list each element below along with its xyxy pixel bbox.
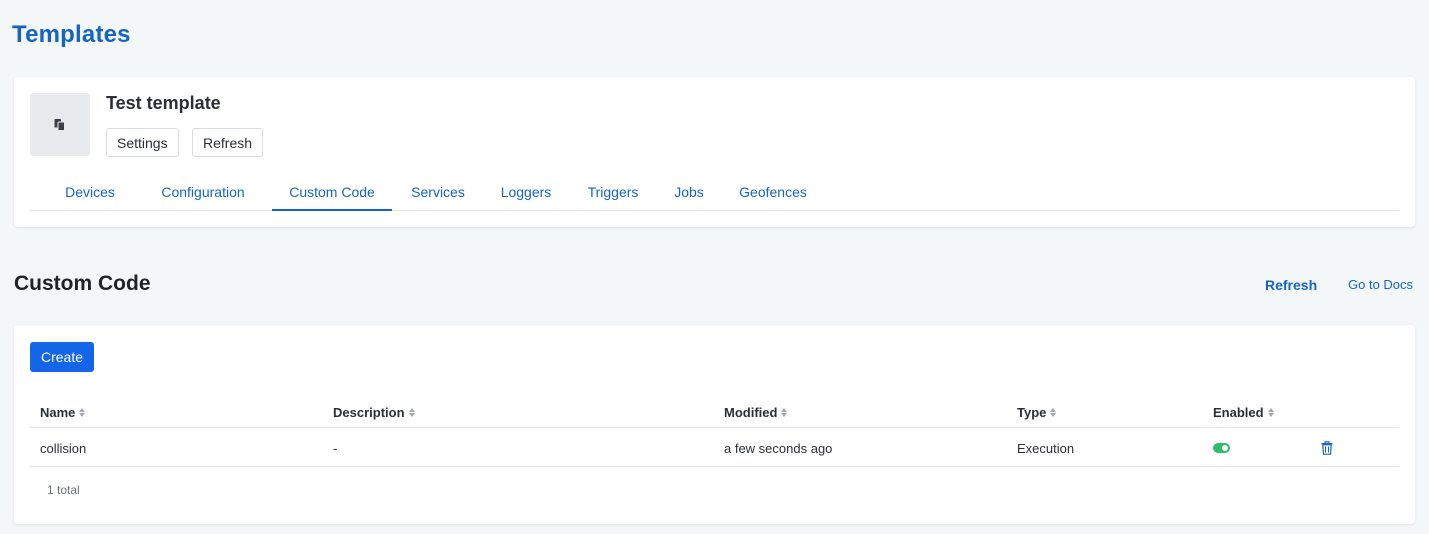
cell-name: collision: [40, 441, 87, 456]
column-header-name[interactable]: Name: [40, 405, 86, 420]
column-header-enabled[interactable]: Enabled: [1213, 405, 1274, 420]
custom-code-table-card: Create Name Description Modified Type En…: [14, 325, 1415, 524]
table-header: Name Description Modified Type Enabled: [30, 401, 1399, 428]
tab-loggers[interactable]: Loggers: [490, 177, 562, 210]
sort-icon: [781, 408, 788, 417]
tab-configuration[interactable]: Configuration: [148, 177, 258, 210]
template-tabs: Devices Configuration Custom Code Servic…: [30, 177, 1399, 211]
page-title: Templates: [12, 21, 131, 48]
column-header-modified[interactable]: Modified: [724, 405, 788, 420]
table-total-count: 1 total: [47, 483, 80, 497]
tab-services[interactable]: Services: [398, 177, 478, 210]
section-title: Custom Code: [14, 272, 151, 295]
template-name: Test template: [106, 93, 221, 113]
column-header-type[interactable]: Type: [1017, 405, 1057, 420]
sort-icon: [1050, 408, 1057, 417]
create-button[interactable]: Create: [30, 342, 94, 372]
page: Templates Test template Settings Refresh…: [0, 0, 1429, 534]
tab-jobs[interactable]: Jobs: [664, 177, 714, 210]
section-refresh-link[interactable]: Refresh: [1265, 277, 1317, 293]
column-header-description[interactable]: Description: [333, 405, 415, 420]
settings-button[interactable]: Settings: [106, 128, 179, 157]
enabled-toggle[interactable]: [1213, 443, 1230, 453]
cell-modified: a few seconds ago: [724, 441, 833, 456]
tab-geofences[interactable]: Geofences: [728, 177, 818, 210]
sort-icon: [79, 408, 86, 417]
sort-icon: [1267, 408, 1274, 417]
tab-devices[interactable]: Devices: [48, 177, 132, 210]
template-header-card: Test template Settings Refresh Devices C…: [14, 77, 1415, 227]
trash-icon[interactable]: [1321, 441, 1333, 455]
tab-triggers[interactable]: Triggers: [576, 177, 650, 210]
sort-icon: [408, 408, 415, 417]
cell-type: Execution: [1017, 441, 1075, 456]
template-refresh-button[interactable]: Refresh: [192, 128, 264, 157]
template-files-icon: [54, 118, 65, 131]
table-row[interactable]: collision - a few seconds ago Execution: [30, 428, 1399, 467]
cell-description: -: [333, 441, 338, 456]
template-avatar: [30, 93, 90, 156]
go-to-docs-link[interactable]: Go to Docs: [1348, 277, 1413, 292]
tab-custom-code[interactable]: Custom Code: [272, 177, 392, 211]
